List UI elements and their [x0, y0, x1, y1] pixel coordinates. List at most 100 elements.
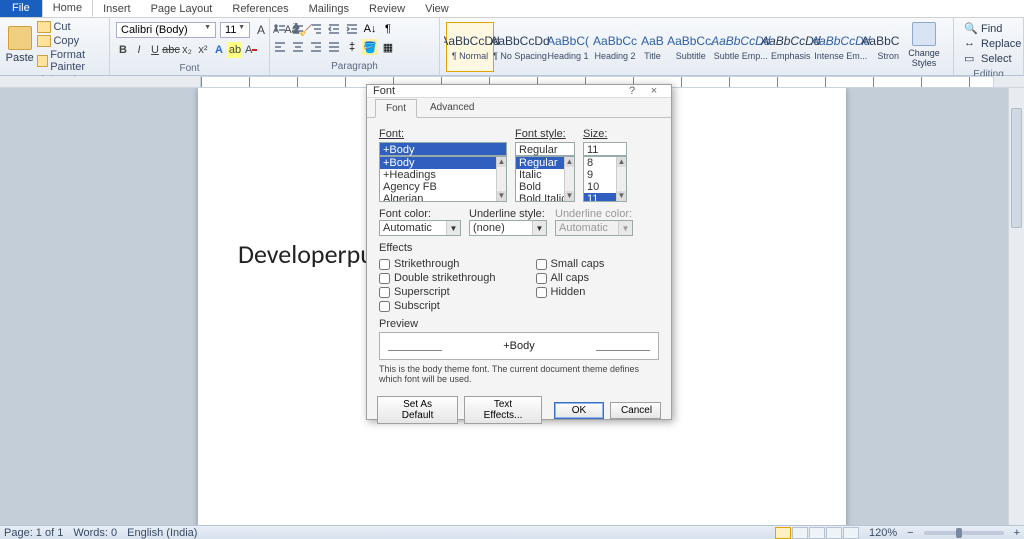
- double-strike-checkbox[interactable]: Double strikethrough: [379, 272, 496, 284]
- status-lang[interactable]: English (India): [127, 527, 197, 539]
- replace-button[interactable]: ↔Replace: [964, 37, 1021, 51]
- style-item[interactable]: AaBTitle: [640, 22, 665, 72]
- find-button[interactable]: 🔍Find: [964, 22, 1002, 36]
- copy-button[interactable]: Copy: [35, 34, 105, 48]
- scrollbar-thumb[interactable]: [1011, 108, 1022, 228]
- ok-button[interactable]: OK: [554, 402, 604, 419]
- text-effects-button[interactable]: A: [212, 42, 226, 58]
- view-print-layout[interactable]: [775, 527, 791, 539]
- tab-view[interactable]: View: [415, 1, 459, 17]
- zoom-slider[interactable]: [924, 531, 1004, 535]
- size-input[interactable]: 11: [583, 142, 627, 156]
- format-painter-button[interactable]: Format Painter: [35, 48, 105, 74]
- align-center-button[interactable]: [290, 39, 306, 55]
- change-styles-button[interactable]: Change Styles: [899, 20, 949, 70]
- fontcolor-combo[interactable]: Automatic▼: [379, 220, 461, 236]
- align-left-button[interactable]: [272, 39, 288, 55]
- zoom-level[interactable]: 120%: [869, 527, 897, 539]
- view-web-layout[interactable]: [809, 527, 825, 539]
- borders-button[interactable]: ▦: [380, 39, 396, 55]
- style-item[interactable]: AaBbCcDd¶ No Spacing: [496, 22, 544, 72]
- line-spacing-button[interactable]: ‡: [344, 39, 360, 55]
- indent-inc-button[interactable]: [344, 21, 360, 37]
- subscript-checkbox[interactable]: Subscript: [379, 300, 496, 312]
- style-item[interactable]: AaBbCcDcStrong: [867, 22, 899, 72]
- select-button[interactable]: ▭Select: [964, 52, 1012, 66]
- ribbon-group-font: Calibri (Body)▼ 11▼ A A Aa 🧹 B I U abc x…: [110, 18, 270, 75]
- style-item[interactable]: AaBbCcDdEmphasis: [767, 22, 815, 72]
- style-item[interactable]: AaBbCcHeading 2: [592, 22, 638, 72]
- fontstyle-input[interactable]: Regular: [515, 142, 575, 156]
- format-painter-icon: [37, 55, 48, 67]
- hidden-checkbox[interactable]: Hidden: [536, 286, 605, 298]
- dialog-close-button[interactable]: ×: [643, 85, 665, 97]
- text-effects-button[interactable]: Text Effects...: [464, 396, 542, 424]
- font-listbox[interactable]: +Body+HeadingsAgency FBAlgerianArial▲▼: [379, 156, 507, 202]
- subscript-button[interactable]: x₂: [180, 42, 194, 58]
- view-draft[interactable]: [843, 527, 859, 539]
- font-size-combo[interactable]: 11▼: [220, 22, 250, 38]
- superscript-checkbox[interactable]: Superscript: [379, 286, 496, 298]
- style-item[interactable]: AaBbCcDdSubtle Emp...: [717, 22, 765, 72]
- shading-button[interactable]: 🪣: [362, 39, 378, 55]
- dialog-help-button[interactable]: ?: [621, 85, 643, 97]
- italic-button[interactable]: I: [132, 42, 146, 58]
- list-item[interactable]: Algerian: [380, 193, 506, 202]
- tab-references[interactable]: References: [222, 1, 298, 17]
- strike-button[interactable]: abc: [164, 42, 178, 58]
- smallcaps-checkbox[interactable]: Small caps: [536, 258, 605, 270]
- set-default-button[interactable]: Set As Default: [377, 396, 458, 424]
- highlight-button[interactable]: ab: [228, 42, 242, 58]
- align-right-button[interactable]: [308, 39, 324, 55]
- view-outline[interactable]: [826, 527, 842, 539]
- tab-home[interactable]: Home: [42, 0, 93, 17]
- show-marks-button[interactable]: ¶: [380, 21, 396, 37]
- dialog-tab-advanced[interactable]: Advanced: [419, 98, 485, 117]
- bold-button[interactable]: B: [116, 42, 130, 58]
- sort-button[interactable]: A↓: [362, 21, 378, 37]
- list-item[interactable]: +Headings: [380, 169, 506, 181]
- status-page[interactable]: Page: 1 of 1: [4, 527, 63, 539]
- fontstyle-listbox[interactable]: RegularItalicBoldBold Italic▲▼: [515, 156, 575, 202]
- cut-button[interactable]: Cut: [35, 20, 105, 34]
- zoom-in-button[interactable]: +: [1014, 527, 1020, 539]
- paste-button[interactable]: Paste: [4, 20, 35, 70]
- strikethrough-checkbox[interactable]: Strikethrough: [379, 258, 496, 270]
- size-listbox[interactable]: 89101112▲▼: [583, 156, 627, 202]
- numbering-button[interactable]: 12: [290, 21, 306, 37]
- zoom-thumb[interactable]: [956, 528, 962, 538]
- tab-insert[interactable]: Insert: [93, 1, 141, 17]
- list-item[interactable]: Agency FB: [380, 181, 506, 193]
- bullets-button[interactable]: [272, 21, 288, 37]
- tab-mailings[interactable]: Mailings: [299, 1, 359, 17]
- dialog-titlebar[interactable]: Font ? ×: [367, 85, 671, 98]
- tab-review[interactable]: Review: [359, 1, 415, 17]
- ribbon-group-paragraph: 12 A↓ ¶ ‡ 🪣 ▦ Paragraph: [270, 18, 440, 75]
- cancel-button[interactable]: Cancel: [610, 402, 661, 419]
- grow-font-button[interactable]: A: [254, 22, 268, 38]
- font-color-button[interactable]: A: [244, 42, 258, 58]
- align-justify-button[interactable]: [326, 39, 342, 55]
- font-name-combo[interactable]: Calibri (Body)▼: [116, 22, 216, 38]
- dialog-tab-font[interactable]: Font: [375, 99, 417, 118]
- style-item[interactable]: AaBbCcDd¶ Normal: [446, 22, 494, 72]
- status-words[interactable]: Words: 0: [73, 527, 117, 539]
- multilevel-button[interactable]: [308, 21, 324, 37]
- change-styles-icon: [912, 22, 936, 46]
- zoom-out-button[interactable]: −: [907, 527, 913, 539]
- tab-file[interactable]: File: [0, 0, 42, 17]
- view-full-screen[interactable]: [792, 527, 808, 539]
- style-item[interactable]: AaBbCc.Subtitle: [667, 22, 715, 72]
- style-gallery[interactable]: AaBbCcDd¶ NormalAaBbCcDd¶ No SpacingAaBb…: [444, 20, 899, 74]
- underline-button[interactable]: U: [148, 42, 162, 58]
- allcaps-checkbox[interactable]: All caps: [536, 272, 605, 284]
- superscript-button[interactable]: x²: [196, 42, 210, 58]
- vertical-scrollbar[interactable]: [1008, 88, 1024, 525]
- style-item[interactable]: AaBbC(Heading 1: [546, 22, 590, 72]
- tab-page-layout[interactable]: Page Layout: [141, 1, 223, 17]
- indent-dec-button[interactable]: [326, 21, 342, 37]
- font-input[interactable]: +Body: [379, 142, 507, 156]
- style-item[interactable]: AaBbCcDdIntense Em...: [817, 22, 865, 72]
- underlinestyle-combo[interactable]: (none)▼: [469, 220, 547, 236]
- list-item[interactable]: +Body: [380, 157, 506, 169]
